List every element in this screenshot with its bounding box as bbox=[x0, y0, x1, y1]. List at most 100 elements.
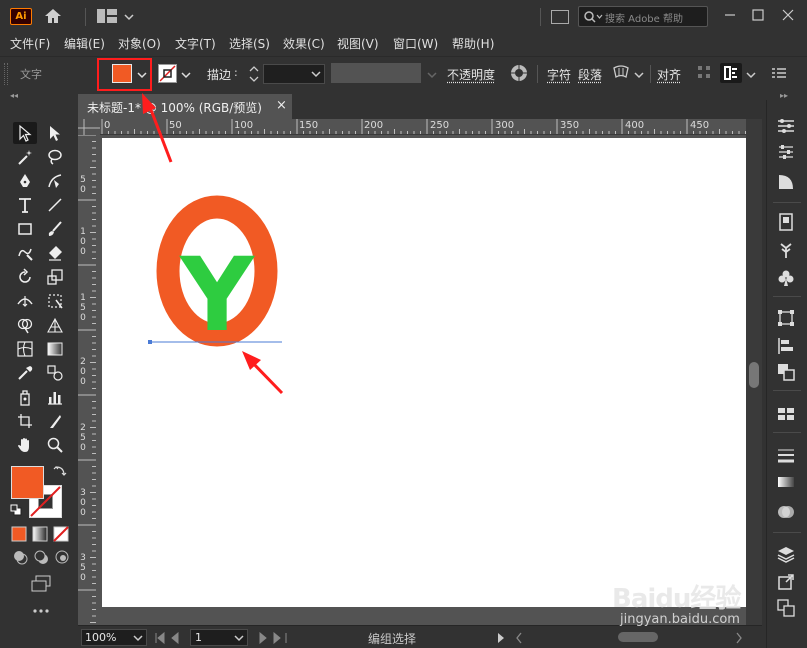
close-tab-icon[interactable]: × bbox=[276, 98, 287, 113]
vertical-ruler[interactable]: 50 100 150 200 250 300 350 bbox=[78, 135, 96, 625]
workspace-switcher-icon[interactable] bbox=[97, 9, 117, 23]
chevron-down-icon[interactable] bbox=[746, 69, 756, 79]
stroke-color-swatch[interactable] bbox=[158, 64, 177, 83]
shaper-tool-icon[interactable] bbox=[13, 242, 37, 264]
lasso-icon[interactable] bbox=[43, 146, 67, 168]
zoom-tool-icon[interactable] bbox=[43, 434, 67, 456]
home-icon[interactable] bbox=[42, 6, 64, 26]
horizontal-scrollbar-thumb[interactable] bbox=[618, 632, 658, 642]
symbol-sprayer-icon[interactable] bbox=[13, 386, 37, 408]
horizontal-ruler[interactable]: 0 50 100 150 200 250 300 350 400 450 bbox=[100, 119, 746, 135]
stroke-weight-dropdown[interactable] bbox=[263, 64, 325, 84]
document-panel-icon[interactable] bbox=[776, 212, 796, 232]
eraser-icon[interactable] bbox=[43, 242, 67, 264]
menu-effect[interactable]: 效果(C) bbox=[283, 35, 325, 52]
draw-normal-icon[interactable] bbox=[11, 548, 29, 566]
collapse-panels-icon[interactable]: ▸▸ bbox=[780, 91, 788, 100]
panel-menu-icon[interactable] bbox=[772, 67, 786, 82]
menu-edit[interactable]: 编辑(E) bbox=[64, 35, 105, 52]
menu-select[interactable]: 选择(S) bbox=[229, 35, 270, 52]
type-tool-icon[interactable] bbox=[13, 194, 37, 216]
swap-fill-stroke-icon[interactable] bbox=[53, 464, 67, 478]
menu-view[interactable]: 视图(V) bbox=[337, 35, 379, 52]
direct-selection-tool[interactable] bbox=[43, 122, 67, 144]
gradient-tool-icon[interactable] bbox=[43, 338, 67, 360]
graphic-style-dropdown[interactable] bbox=[331, 63, 421, 83]
menu-file[interactable]: 文件(F) bbox=[10, 35, 50, 52]
pen-tool-icon[interactable] bbox=[13, 170, 37, 192]
menu-window[interactable]: 窗口(W) bbox=[393, 35, 438, 52]
properties-panel-icon[interactable] bbox=[776, 116, 796, 136]
pathfinder-panel-icon[interactable] bbox=[776, 362, 796, 382]
selection-tool[interactable] bbox=[13, 122, 37, 144]
transform-panel-icon[interactable] bbox=[776, 308, 796, 328]
line-segment-icon[interactable] bbox=[43, 194, 67, 216]
minimize-button[interactable] bbox=[718, 4, 742, 26]
align-panel-link[interactable]: 对齐 bbox=[657, 66, 681, 83]
transform-grid-icon[interactable] bbox=[697, 65, 711, 82]
magic-wand-icon[interactable] bbox=[13, 146, 37, 168]
isolate-group-icon[interactable] bbox=[720, 63, 742, 83]
artboard-number-field[interactable]: 1 bbox=[190, 629, 248, 646]
opacity-link[interactable]: 不透明度 bbox=[447, 66, 495, 83]
menu-help[interactable]: 帮助(H) bbox=[452, 35, 494, 52]
artboard-prev-icon[interactable] bbox=[154, 632, 186, 644]
symbols-panel-icon[interactable] bbox=[776, 268, 796, 288]
shape-builder-icon[interactable] bbox=[13, 314, 37, 336]
eyedropper-icon[interactable] bbox=[13, 362, 37, 384]
recolor-artwork-icon[interactable] bbox=[510, 64, 528, 85]
column-graph-icon[interactable] bbox=[43, 386, 67, 408]
brushes-panel-icon[interactable] bbox=[776, 240, 796, 260]
curvature-tool-icon[interactable] bbox=[43, 170, 67, 192]
paintbrush-icon[interactable] bbox=[43, 218, 67, 240]
align-panel-icon[interactable] bbox=[776, 336, 796, 356]
rotate-tool-icon[interactable] bbox=[13, 266, 37, 288]
gradient-panel-icon[interactable] bbox=[776, 472, 796, 492]
stroke-dropdown-chevron-icon[interactable] bbox=[181, 69, 191, 79]
perspective-grid-icon[interactable] bbox=[43, 314, 67, 336]
color-mode-button[interactable] bbox=[11, 526, 27, 542]
scrollbar-thumb[interactable] bbox=[749, 362, 759, 388]
blend-tool-icon[interactable] bbox=[43, 362, 67, 384]
document-tab[interactable]: 未标题-1* @ 100% (RGB/预览) × bbox=[78, 94, 292, 119]
vertical-scrollbar[interactable] bbox=[746, 119, 762, 625]
layers-panel-icon[interactable] bbox=[776, 544, 796, 564]
menu-type[interactable]: 文字(T) bbox=[175, 35, 216, 52]
draw-behind-icon[interactable] bbox=[32, 548, 50, 566]
screen-mode-icon[interactable] bbox=[29, 574, 53, 594]
color-panel-icon[interactable] bbox=[776, 142, 796, 162]
mesh-tool-icon[interactable] bbox=[13, 338, 37, 360]
artboard-next-icon[interactable] bbox=[256, 632, 290, 644]
color-guide-icon[interactable] bbox=[776, 172, 796, 192]
hand-tool-icon[interactable] bbox=[13, 434, 37, 456]
gradient-mode-button[interactable] bbox=[32, 526, 48, 542]
artboard-tool-icon[interactable] bbox=[13, 410, 37, 432]
edit-toolbar-icon[interactable] bbox=[29, 604, 53, 618]
default-fill-stroke-icon[interactable] bbox=[10, 504, 22, 516]
scale-tool-icon[interactable] bbox=[43, 266, 67, 288]
fill-color-box[interactable] bbox=[11, 466, 44, 499]
none-mode-button[interactable] bbox=[53, 526, 69, 542]
chevron-down-icon[interactable] bbox=[124, 11, 134, 21]
character-panel-link[interactable]: 字符 bbox=[547, 66, 571, 83]
arrange-documents-icon[interactable] bbox=[551, 10, 569, 24]
chevron-down-icon[interactable] bbox=[634, 69, 644, 79]
scroll-left-icon[interactable] bbox=[514, 632, 524, 644]
transparency-panel-icon[interactable] bbox=[776, 502, 796, 522]
free-transform-icon[interactable] bbox=[43, 290, 67, 312]
ruler-origin[interactable] bbox=[78, 119, 100, 135]
close-window-button[interactable] bbox=[776, 4, 800, 26]
width-tool-icon[interactable] bbox=[13, 290, 37, 312]
stroke-stepper-icon[interactable] bbox=[248, 64, 260, 87]
artboards-panel-icon[interactable] bbox=[776, 598, 796, 618]
green-y-letter[interactable]: Y bbox=[179, 236, 255, 355]
artboard[interactable]: Y bbox=[102, 138, 746, 607]
swatches-panel-icon[interactable] bbox=[776, 404, 796, 424]
asset-export-icon[interactable] bbox=[776, 572, 796, 592]
control-bar-grip[interactable] bbox=[4, 63, 8, 85]
stroke-panel-icon[interactable] bbox=[776, 446, 796, 466]
menu-object[interactable]: 对象(O) bbox=[118, 35, 161, 52]
status-menu-icon[interactable] bbox=[496, 632, 506, 644]
rectangle-tool-icon[interactable] bbox=[13, 218, 37, 240]
zoom-level-field[interactable]: 100% bbox=[81, 629, 147, 646]
